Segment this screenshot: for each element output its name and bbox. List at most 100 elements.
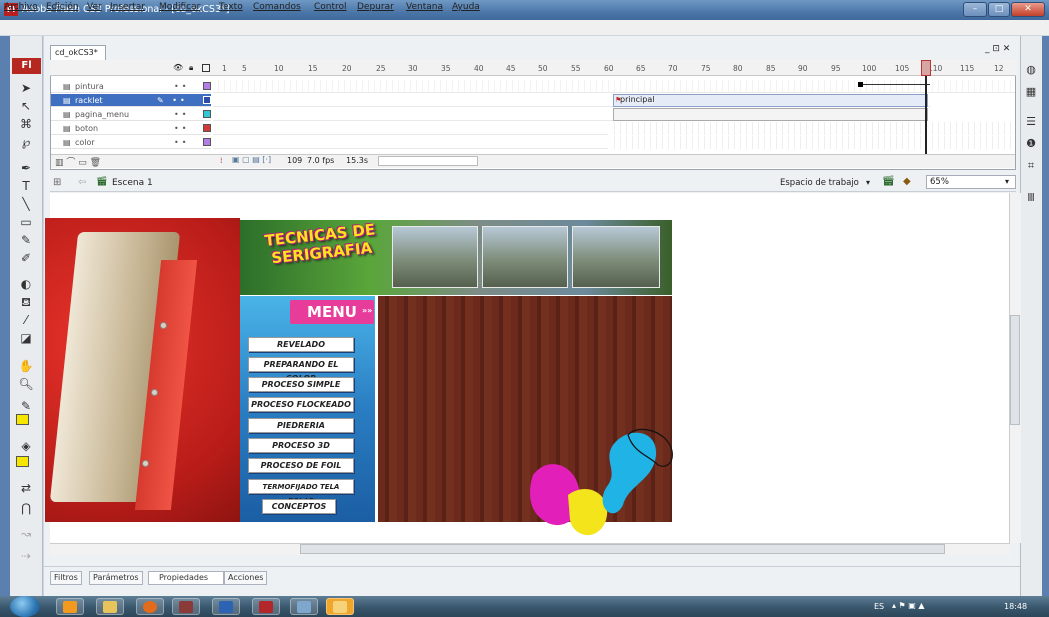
layer-toggles[interactable]: ••	[174, 136, 189, 149]
zoom-chevron-icon[interactable]: ▾	[1005, 177, 1009, 186]
smooth-icon[interactable]: ↝	[14, 526, 38, 542]
stroke-color-swatch[interactable]	[16, 414, 29, 425]
tray-icons[interactable]: ▴ ⚑ ▣ ▲	[892, 601, 925, 610]
outline-icon[interactable]	[202, 64, 210, 72]
layer-row-pagina-menu[interactable]: ▤ pagina_menu ••	[51, 108, 211, 121]
zoom-tool-icon[interactable]: 🔍︎	[14, 376, 38, 392]
menu-comandos[interactable]: Comandos	[253, 2, 301, 12]
taskbar-explorer-icon[interactable]	[96, 598, 124, 615]
menu-button-proceso-3d[interactable]: PROCESO 3D	[248, 438, 354, 453]
fill-color-swatch[interactable]	[16, 456, 29, 467]
chevron-down-icon[interactable]: ▾	[866, 178, 870, 187]
eye-icon[interactable]: 👁︎	[173, 63, 183, 72]
layer-color-swatch[interactable]	[203, 124, 211, 132]
frame-empty[interactable]	[609, 122, 1015, 135]
frame-span[interactable]	[613, 108, 928, 121]
layer-color-swatch[interactable]	[203, 138, 211, 146]
frame-track-boton[interactable]	[213, 122, 608, 135]
taskbar-monitor-icon[interactable]	[290, 598, 318, 615]
taskbar-flash-icon[interactable]	[252, 598, 280, 615]
tab-filtros[interactable]: Filtros	[50, 571, 82, 585]
close-button[interactable]: ✕	[1011, 2, 1045, 17]
clock[interactable]: 18:48	[1004, 602, 1027, 611]
horizontal-scroll-thumb[interactable]	[300, 544, 945, 554]
swatches-panel-icon[interactable]: ▦	[1022, 84, 1040, 100]
frame-track-pintura[interactable]	[213, 80, 1015, 93]
rectangle-tool-icon[interactable]: ▭	[14, 214, 38, 230]
maximize-button[interactable]: □	[988, 2, 1010, 17]
menu-ver[interactable]: Ver	[87, 2, 102, 12]
menu-button-revelado[interactable]: REVELADO	[248, 337, 354, 352]
onion-skin-icon[interactable]: ▣ ▢ ▤ [·]	[232, 155, 271, 164]
subselection-tool-icon[interactable]: ↖	[14, 98, 38, 114]
edit-scene-list-icon[interactable]: ◆	[903, 176, 911, 187]
eraser-tool-icon[interactable]: ◪	[14, 330, 38, 346]
menu-button-proceso-simple[interactable]: PROCESO SIMPLE	[248, 377, 354, 392]
line-tool-icon[interactable]: ╲	[14, 196, 38, 212]
pen-tool-icon[interactable]: ✒	[14, 160, 38, 176]
lock-icon[interactable]: 🔒︎	[189, 63, 193, 73]
layer-color-swatch[interactable]	[203, 82, 211, 90]
menu-button-proceso-de-foil[interactable]: PROCESO DE FOIL	[248, 458, 354, 473]
info-panel-icon[interactable]: ❶	[1022, 136, 1040, 152]
menu-insertar[interactable]: Insertar	[110, 2, 145, 12]
tab-propiedades[interactable]: Propiedades	[148, 571, 224, 585]
playhead-marker[interactable]	[921, 60, 931, 76]
edit-scene-icon[interactable]: ⊞	[53, 177, 61, 188]
taskbar-illustrator-icon[interactable]	[326, 598, 354, 615]
edit-symbols-icon[interactable]: 🎬︎	[882, 176, 895, 187]
taskbar-photoshop-icon[interactable]	[212, 598, 240, 615]
taskbar-media-player-icon[interactable]	[56, 598, 84, 615]
menu-button-preparando-el-color[interactable]: PREPARANDO EL COLOR	[248, 357, 354, 383]
tab-acciones[interactable]: Acciones	[224, 571, 268, 585]
layer-row-racklet[interactable]: ▤ racklet ✎ ••	[51, 94, 211, 107]
paint-bucket-tool-icon[interactable]: ⛾	[14, 294, 38, 310]
menu-archivo[interactable]: Archivo	[4, 2, 38, 12]
menu-button-termofijado[interactable]: TERMOFIJADO TELA POLAR	[248, 479, 354, 505]
free-transform-tool-icon[interactable]: ⌘	[14, 116, 38, 132]
layer-row-boton[interactable]: ▤ boton ••	[51, 122, 211, 135]
frame-span-selected[interactable]	[613, 94, 928, 107]
selection-tool-icon[interactable]: ➤	[14, 80, 38, 96]
add-layer-icon[interactable]: ▥ ⌒ ▭ 🗑︎	[55, 155, 101, 168]
layer-row-pintura[interactable]: ▤ pintura ••	[51, 80, 211, 93]
library-panel-icon[interactable]: Ⅲ	[1022, 190, 1040, 206]
menu-control[interactable]: Control	[314, 2, 347, 12]
align-panel-icon[interactable]: ☰	[1022, 114, 1040, 130]
layer-toggles[interactable]: ••	[174, 108, 189, 121]
workspace-menu[interactable]: Espacio de trabajo	[780, 178, 859, 188]
swap-colors-icon[interactable]: ⇄	[14, 480, 38, 496]
layer-row-color[interactable]: ▤ color ••	[51, 136, 211, 149]
menu-depurar[interactable]: Depurar	[357, 2, 394, 12]
taskbar-browser-icon[interactable]	[136, 598, 164, 615]
menu-ayuda[interactable]: Ayuda	[452, 2, 480, 12]
keyframe[interactable]	[858, 82, 863, 87]
pencil-tool-icon[interactable]: ✎	[14, 232, 38, 248]
color-panel-icon[interactable]: ◍	[1022, 62, 1040, 78]
minimize-button[interactable]: –	[963, 2, 987, 17]
layer-color-swatch[interactable]	[203, 96, 211, 104]
straighten-icon[interactable]: ⇢	[14, 548, 38, 564]
menu-button-piedreria[interactable]: PIEDRERIA	[248, 418, 354, 433]
hand-tool-icon[interactable]: ✋	[14, 358, 38, 374]
menu-button-conceptos[interactable]: CONCEPTOS	[262, 499, 336, 514]
language-indicator[interactable]: ES	[874, 602, 884, 611]
menu-button-proceso-flockeado[interactable]: PROCESO FLOCKEADO	[248, 397, 354, 412]
tab-parametros[interactable]: Parámetros	[89, 571, 143, 585]
frame-track-color[interactable]	[213, 136, 608, 149]
transform-panel-icon[interactable]: ⌗	[1022, 158, 1040, 174]
layer-color-swatch[interactable]	[203, 110, 211, 118]
playhead[interactable]	[925, 76, 927, 154]
snap-magnet-icon[interactable]: ⋂	[14, 500, 38, 516]
lasso-tool-icon[interactable]: ℘	[14, 134, 38, 150]
stroke-color-icon[interactable]: ✎	[14, 398, 38, 414]
frame-empty[interactable]	[609, 136, 1015, 149]
document-window-controls[interactable]: _ ⊡ ✕	[985, 44, 1010, 54]
menu-ventana[interactable]: Ventana	[406, 2, 443, 12]
start-button[interactable]	[10, 596, 40, 617]
ink-bottle-tool-icon[interactable]: ◐	[14, 276, 38, 292]
layer-toggles[interactable]: ••	[174, 122, 189, 135]
menu-texto[interactable]: Texto	[219, 2, 243, 12]
taskbar-app-icon[interactable]	[172, 598, 200, 615]
eyedropper-tool-icon[interactable]: ⁄	[14, 312, 38, 328]
